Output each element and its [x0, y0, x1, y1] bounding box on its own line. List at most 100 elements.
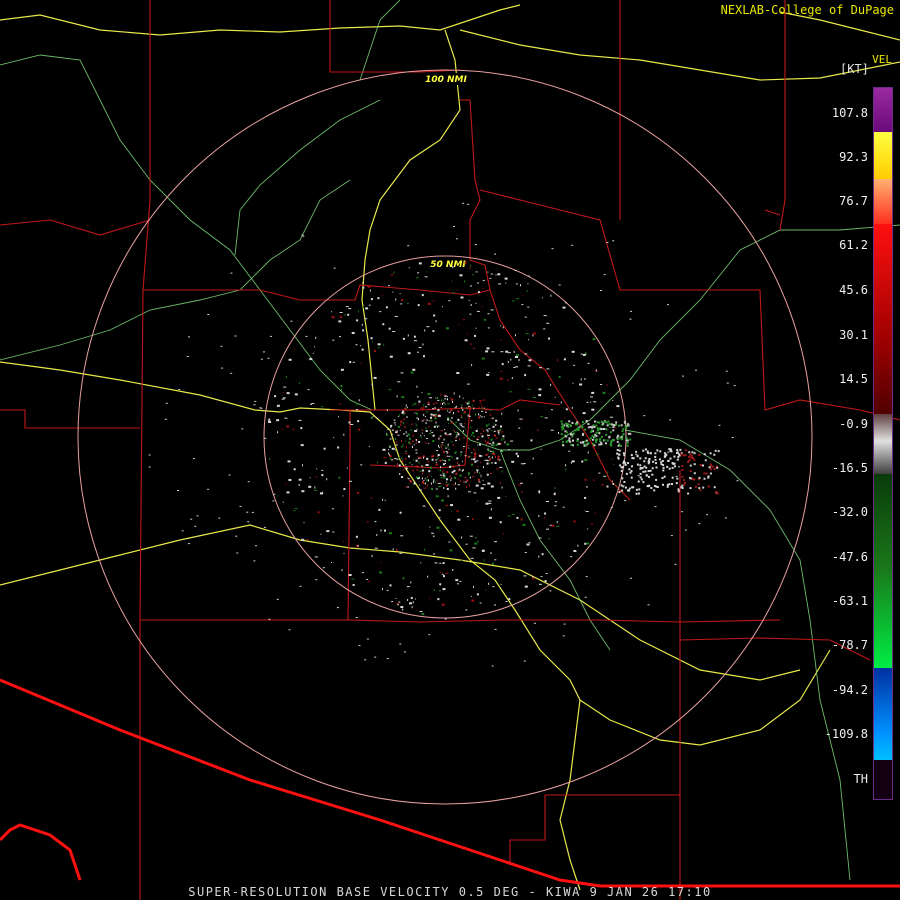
echo-speckle: [493, 430, 496, 432]
echo-speckle: [444, 618, 447, 620]
echo-speckle: [629, 471, 632, 474]
echo-speckle: [414, 430, 418, 432]
echo-speckle: [448, 422, 450, 424]
echo-speckle: [388, 449, 390, 451]
echo-speckle: [425, 422, 427, 425]
echo-speckle: [652, 460, 655, 463]
echo-speckle: [452, 266, 454, 269]
echo-speckle: [713, 453, 716, 456]
echo-speckle: [684, 481, 686, 484]
echo-speckle: [554, 505, 557, 507]
echo-speckle: [448, 411, 451, 413]
echo-speckle: [343, 433, 345, 436]
echo-speckle: [443, 487, 445, 489]
echo-speckle: [470, 285, 472, 287]
echo-speckle: [486, 373, 490, 376]
echo-speckle: [441, 483, 443, 485]
boundary-line: [469, 399, 561, 411]
echo-speckle: [517, 409, 519, 412]
echo-speckle: [293, 468, 296, 471]
echo-speckle: [483, 416, 485, 418]
echo-speckle: [498, 283, 502, 285]
echo-speckle: [263, 351, 265, 353]
echo-speckle: [490, 438, 493, 441]
echo-speckle: [388, 285, 390, 287]
echo-speckle: [594, 512, 596, 514]
echo-speckle: [561, 441, 564, 444]
echo-speckle: [468, 472, 470, 475]
echo-speckle: [394, 458, 397, 460]
echo-speckle: [470, 557, 474, 559]
colorbar-tick-label: 45.6: [839, 283, 868, 297]
echo-speckle: [473, 407, 475, 410]
echo-speckle: [388, 327, 391, 330]
echo-speckle: [682, 454, 685, 457]
echo-speckle: [706, 514, 708, 516]
boundary-line: [779, 0, 786, 231]
river-line: [624, 429, 851, 881]
echo-speckle: [431, 458, 434, 461]
echo-speckle: [425, 406, 428, 408]
echo-speckle: [406, 435, 409, 437]
echo-speckle: [407, 334, 409, 337]
echo-speckle: [478, 478, 480, 481]
echo-speckle: [441, 306, 443, 308]
echo-speckle: [654, 458, 657, 461]
echo-speckle: [486, 424, 488, 426]
echo-speckle: [390, 274, 394, 276]
echo-speckle: [554, 487, 556, 490]
echo-speckle: [431, 513, 433, 515]
echo-speckle: [498, 459, 501, 461]
echo-speckle: [713, 468, 716, 470]
echo-speckle: [476, 469, 478, 471]
echo-speckle: [666, 465, 669, 468]
echo-speckle: [626, 444, 629, 447]
echo-speckle: [437, 414, 441, 417]
echo-speckle: [672, 463, 675, 465]
echo-speckle: [524, 585, 528, 588]
echo-speckle: [492, 442, 494, 444]
echo-speckle: [562, 306, 566, 309]
echo-speckle: [348, 480, 352, 482]
echo-speckle: [593, 435, 596, 438]
echo-speckle: [648, 458, 651, 460]
echo-speckle: [494, 253, 497, 255]
echo-speckle: [276, 404, 280, 407]
echo-speckle: [478, 481, 481, 483]
echo-speckle: [599, 438, 602, 441]
echo-speckle: [520, 349, 522, 351]
echo-speckle: [430, 482, 432, 485]
echo-speckle: [441, 603, 445, 606]
echo-speckle: [677, 466, 680, 468]
echo-speckle: [402, 444, 404, 447]
echo-speckle: [181, 530, 184, 532]
echo-speckle: [587, 362, 590, 364]
echo-speckle: [528, 339, 530, 341]
echo-speckle: [707, 475, 710, 478]
echo-speckle: [428, 634, 431, 636]
echo-speckle: [474, 537, 477, 539]
echo-speckle: [247, 481, 250, 483]
echo-speckle: [502, 438, 505, 440]
echo-speckle: [472, 347, 475, 349]
echo-speckle: [424, 416, 426, 417]
echo-speckle: [423, 404, 425, 407]
echo-speckle: [540, 416, 544, 418]
echo-speckle: [427, 404, 430, 406]
echo-speckle: [285, 375, 287, 378]
echo-speckle: [415, 423, 417, 425]
echo-speckle: [437, 409, 440, 412]
echo-speckle: [445, 505, 449, 506]
echo-speckle: [671, 476, 674, 479]
echo-speckle: [571, 460, 575, 463]
colorbar-tick-label: 107.8: [831, 106, 868, 120]
echo-speckle: [661, 460, 664, 462]
echo-speckle: [236, 552, 239, 554]
echo-speckle: [415, 465, 418, 467]
echo-speckle: [616, 436, 619, 439]
echo-speckle: [439, 435, 442, 437]
echo-speckle: [230, 272, 233, 274]
echo-speckle: [268, 418, 271, 421]
echo-speckle: [400, 535, 404, 537]
echo-speckle: [505, 601, 508, 602]
